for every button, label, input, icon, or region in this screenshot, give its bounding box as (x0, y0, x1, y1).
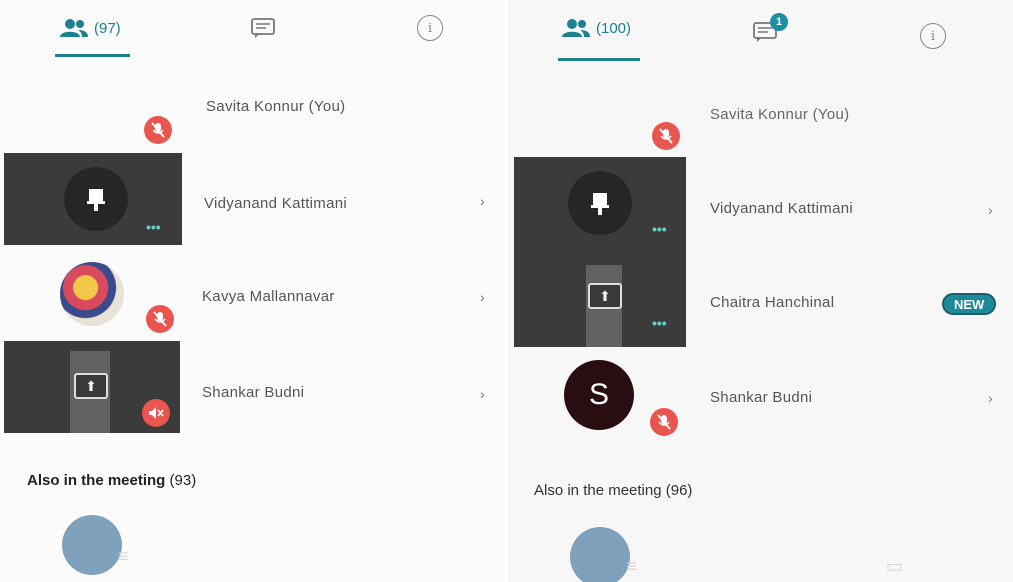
chevron-right-icon[interactable]: › (480, 289, 485, 305)
info-icon: i (920, 23, 946, 49)
screen-share-icon: ⬆ (588, 283, 622, 309)
unread-badge: 1 (770, 12, 788, 31)
chevron-right-icon[interactable]: › (988, 390, 993, 406)
participant-name: Chaitra Hanchinal (710, 294, 835, 311)
speaker-off-icon (142, 399, 170, 427)
tab-bar: (100) 1 i (508, 0, 1013, 64)
people-icon (60, 19, 88, 37)
video-tile[interactable]: ••• ⬆ ••• (514, 157, 686, 347)
participant-count: (97) (94, 19, 121, 37)
info-icon: i (417, 15, 443, 41)
more-options-icon[interactable]: ••• (652, 221, 667, 237)
chevron-right-icon[interactable]: › (480, 386, 485, 402)
avatar: S (564, 360, 634, 430)
also-in-meeting-heading: Also in the meeting (93) (27, 472, 197, 489)
participants-panel-left: (97) i Savita Konnur (You) ••• Vidyanand… (0, 0, 505, 582)
mic-off-icon (146, 305, 174, 333)
chevron-right-icon[interactable]: › (988, 202, 993, 218)
screen-share-tile[interactable]: ⬆ (4, 341, 180, 433)
tab-info[interactable]: i (417, 8, 443, 48)
hand-raise-icon (568, 171, 632, 235)
more-options-icon[interactable]: ••• (652, 315, 667, 331)
tab-chat[interactable]: 1 (752, 12, 788, 54)
participant-name: Savita Konnur (You) (710, 106, 850, 123)
chevron-right-icon[interactable]: › (480, 193, 485, 209)
tab-chat[interactable] (250, 8, 276, 48)
back-icon[interactable]: ▭ (886, 556, 903, 577)
video-tile[interactable]: ••• (4, 153, 182, 245)
participant-name: Savita Konnur (You) (206, 98, 346, 115)
menu-icon[interactable]: ≡ (118, 546, 129, 567)
more-options-icon[interactable]: ••• (146, 219, 161, 235)
participant-name: Vidyanand Kattimani (710, 200, 854, 217)
participant-name: Shankar Budni (202, 384, 305, 401)
menu-icon[interactable]: ≡ (626, 556, 637, 577)
mic-off-icon (650, 408, 678, 436)
hand-raise-icon (64, 167, 128, 231)
also-in-meeting-heading: Also in the meeting (96) (534, 482, 693, 499)
tab-underline (558, 58, 640, 61)
mic-off-icon (144, 116, 172, 144)
people-icon (562, 19, 590, 37)
participants-panel-right: (100) 1 i Savita Konnur (You) ••• ⬆ ••• … (508, 0, 1013, 582)
tab-bar: (97) i (0, 0, 505, 64)
screen-share-icon: ⬆ (74, 373, 108, 399)
participant-name: Kavya Mallannavar (202, 288, 335, 305)
avatar (60, 262, 124, 326)
tab-participants[interactable]: (97) (58, 8, 121, 48)
mic-off-icon (652, 122, 680, 150)
tab-participants[interactable]: (100) (560, 8, 631, 48)
chat-icon (251, 18, 275, 38)
participant-name: Vidyanand Kattimani (204, 195, 348, 212)
avatar (570, 527, 630, 582)
participant-name: Shankar Budni (710, 389, 813, 406)
tab-info[interactable]: i (920, 16, 946, 56)
avatar (62, 515, 122, 575)
new-badge: NEW (942, 293, 997, 315)
tab-underline (55, 54, 130, 57)
participant-count: (100) (596, 19, 632, 37)
